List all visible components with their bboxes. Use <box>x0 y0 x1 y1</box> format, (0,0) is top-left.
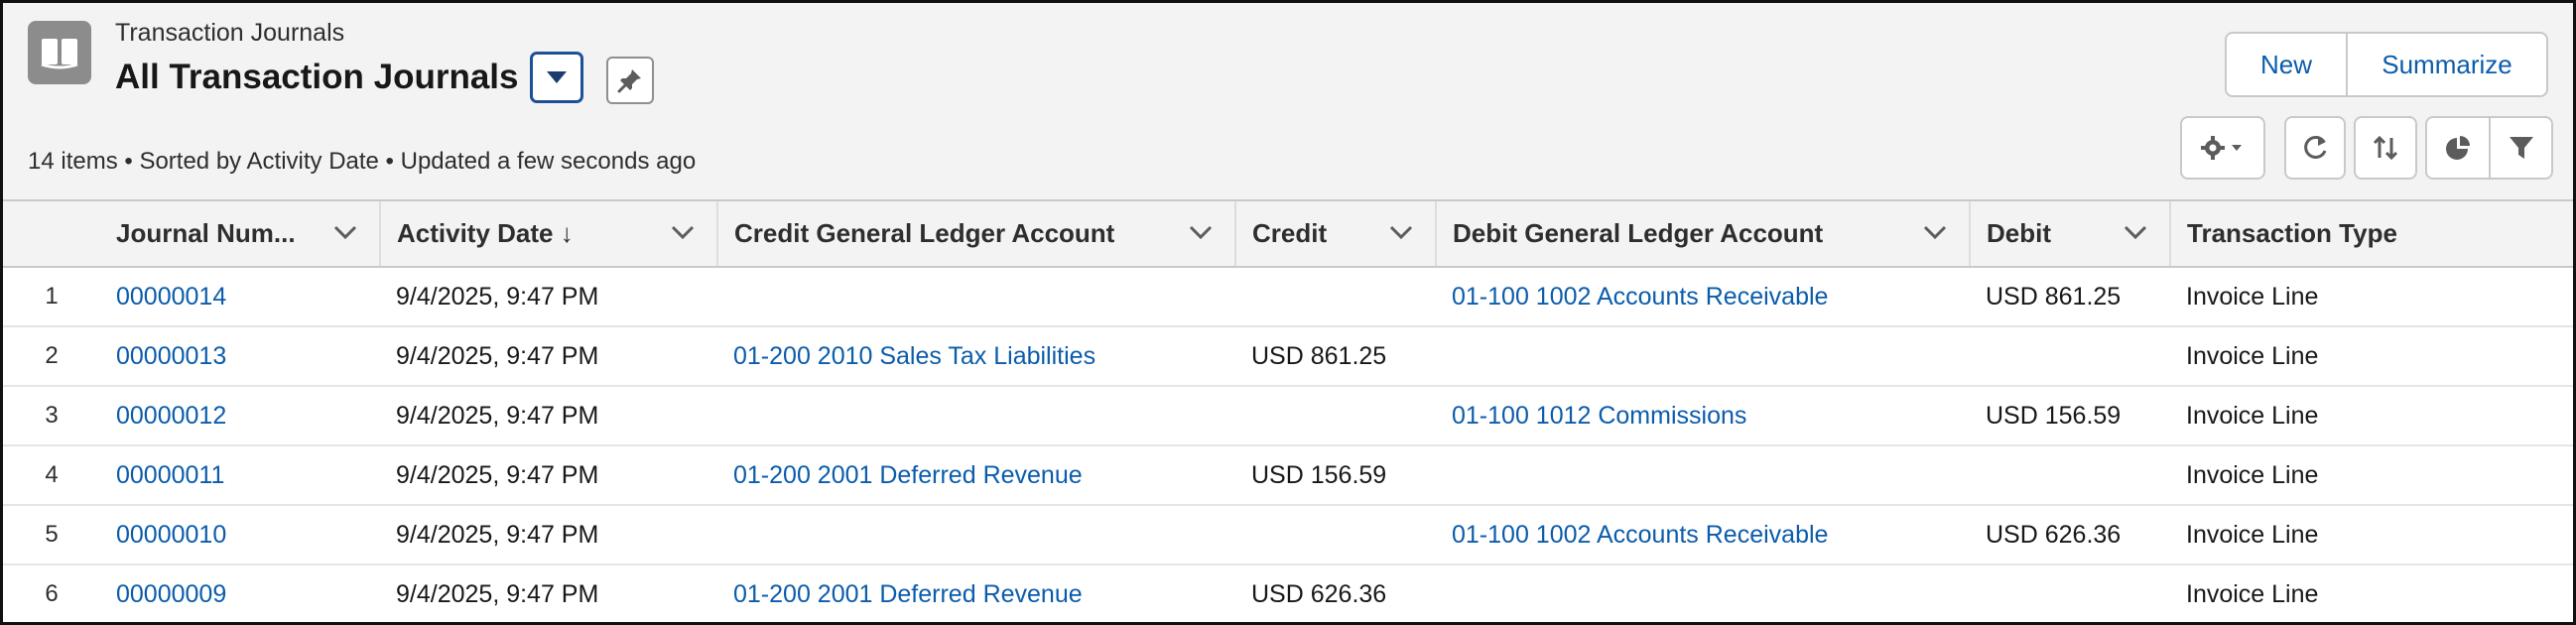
journal-number-link[interactable]: 00000014 <box>100 267 380 327</box>
activity-date-cell: 9/4/2025, 9:47 PM <box>380 505 717 565</box>
funnel-icon <box>2509 137 2533 159</box>
sort-arrows-icon <box>2373 135 2398 161</box>
chevron-down-icon[interactable] <box>333 225 357 239</box>
column-header-journal-number[interactable]: Journal Num... <box>100 201 381 268</box>
row-number: 4 <box>3 445 100 506</box>
credit-cell <box>1235 505 1436 565</box>
chevron-down-icon[interactable] <box>1923 225 1947 239</box>
credit-cell: USD 861.25 <box>1235 326 1436 387</box>
transaction-type-cell: Invoice Line <box>2170 564 2573 622</box>
charts-button[interactable] <box>2425 116 2491 180</box>
row-number: 6 <box>3 564 100 622</box>
triangle-down-icon <box>547 71 567 83</box>
transaction-type-cell: Invoice Line <box>2170 505 2573 565</box>
header-action-buttons: New Summarize <box>2225 32 2548 97</box>
credit-cell <box>1235 267 1436 327</box>
debit-account-link[interactable]: 01-100 1012 Commissions <box>1436 386 1970 446</box>
debit-account-link[interactable] <box>1436 326 1970 387</box>
column-header-credit-account[interactable]: Credit General Ledger Account <box>717 201 1236 268</box>
list-view-frame: Transaction Journals All Transaction Jou… <box>0 0 2576 625</box>
activity-date-cell: 9/4/2025, 9:47 PM <box>380 326 717 387</box>
table-row: 6 00000009 9/4/2025, 9:47 PM 01-200 2001… <box>3 564 2573 622</box>
transaction-type-cell: Invoice Line <box>2170 386 2573 446</box>
debit-account-link[interactable]: 01-100 1002 Accounts Receivable <box>1436 267 1970 327</box>
credit-account-link[interactable]: 01-200 2001 Deferred Revenue <box>717 445 1235 506</box>
summarize-button[interactable]: Summarize <box>2348 34 2546 95</box>
credit-cell: USD 626.36 <box>1235 564 1436 622</box>
table-row: 5 00000010 9/4/2025, 9:47 PM 01-100 1002… <box>3 505 2573 565</box>
row-number: 5 <box>3 505 100 565</box>
column-header-transaction-type[interactable]: Transaction Type <box>2170 201 2573 268</box>
column-header-credit[interactable]: Credit <box>1235 201 1437 268</box>
object-label: Transaction Journals <box>115 19 345 47</box>
pin-icon <box>617 69 641 93</box>
row-number-header <box>3 201 100 268</box>
row-number: 2 <box>3 326 100 387</box>
list-view-header: Transaction Journals All Transaction Jou… <box>3 3 2573 201</box>
page-title: All Transaction Journals <box>115 58 519 96</box>
list-view-status: 14 items • Sorted by Activity Date • Upd… <box>28 148 697 175</box>
transaction-type-cell: Invoice Line <box>2170 445 2573 506</box>
debit-cell: USD 156.59 <box>1970 386 2170 446</box>
new-button[interactable]: New <box>2227 34 2348 95</box>
transaction-type-cell: Invoice Line <box>2170 267 2573 327</box>
table-row: 1 00000014 9/4/2025, 9:47 PM 01-100 1002… <box>3 267 2573 327</box>
chevron-down-icon[interactable] <box>1189 225 1213 239</box>
chevron-down-icon[interactable] <box>2124 225 2147 239</box>
transaction-type-cell: Invoice Line <box>2170 326 2573 387</box>
column-header-debit[interactable]: Debit <box>1970 201 2171 268</box>
credit-cell <box>1235 386 1436 446</box>
list-view-controls-button[interactable] <box>2180 116 2265 180</box>
pin-list-view-button[interactable] <box>606 57 654 104</box>
journal-number-link[interactable]: 00000013 <box>100 326 380 387</box>
pie-chart-icon <box>2446 136 2470 160</box>
refresh-icon <box>2304 135 2327 159</box>
debit-cell <box>1970 445 2170 506</box>
credit-account-link[interactable] <box>717 267 1235 327</box>
caret-down-icon <box>2232 145 2242 151</box>
journal-number-link[interactable]: 00000012 <box>100 386 380 446</box>
column-header-activity-date[interactable]: Activity Date ↓ <box>380 201 718 268</box>
activity-date-cell: 9/4/2025, 9:47 PM <box>380 267 717 327</box>
table-row: 3 00000012 9/4/2025, 9:47 PM 01-100 1012… <box>3 386 2573 446</box>
credit-account-link[interactable]: 01-200 2010 Sales Tax Liabilities <box>717 326 1235 387</box>
gear-icon <box>2201 136 2225 160</box>
credit-account-link[interactable]: 01-200 2001 Deferred Revenue <box>717 564 1235 622</box>
transaction-journals-table: Journal Num... Activity Date ↓ Credit Ge… <box>3 201 2573 622</box>
debit-account-link[interactable] <box>1436 564 1970 622</box>
table-header-row: Journal Num... Activity Date ↓ Credit Ge… <box>3 201 2573 268</box>
journal-book-icon <box>28 21 91 84</box>
table-row: 4 00000011 9/4/2025, 9:47 PM 01-200 2001… <box>3 445 2573 506</box>
debit-account-link[interactable]: 01-100 1002 Accounts Receivable <box>1436 505 1970 565</box>
activity-date-cell: 9/4/2025, 9:47 PM <box>380 386 717 446</box>
refresh-button[interactable] <box>2284 116 2346 180</box>
row-number: 1 <box>3 267 100 327</box>
debit-cell <box>1970 564 2170 622</box>
chevron-down-icon[interactable] <box>1389 225 1413 239</box>
sort-button[interactable] <box>2354 116 2417 180</box>
journal-number-link[interactable]: 00000009 <box>100 564 380 622</box>
debit-cell: USD 626.36 <box>1970 505 2170 565</box>
credit-cell: USD 156.59 <box>1235 445 1436 506</box>
activity-date-cell: 9/4/2025, 9:47 PM <box>380 564 717 622</box>
row-number: 3 <box>3 386 100 446</box>
activity-date-cell: 9/4/2025, 9:47 PM <box>380 445 717 506</box>
journal-number-link[interactable]: 00000010 <box>100 505 380 565</box>
table-row: 2 00000013 9/4/2025, 9:47 PM 01-200 2010… <box>3 326 2573 387</box>
chevron-down-icon[interactable] <box>671 225 695 239</box>
list-view-switcher-button[interactable] <box>530 52 583 103</box>
column-header-debit-account[interactable]: Debit General Ledger Account <box>1436 201 1971 268</box>
journal-number-link[interactable]: 00000011 <box>100 445 380 506</box>
debit-account-link[interactable] <box>1436 445 1970 506</box>
debit-cell: USD 861.25 <box>1970 267 2170 327</box>
filter-button[interactable] <box>2491 116 2553 180</box>
credit-account-link[interactable] <box>717 505 1235 565</box>
credit-account-link[interactable] <box>717 386 1235 446</box>
debit-cell <box>1970 326 2170 387</box>
